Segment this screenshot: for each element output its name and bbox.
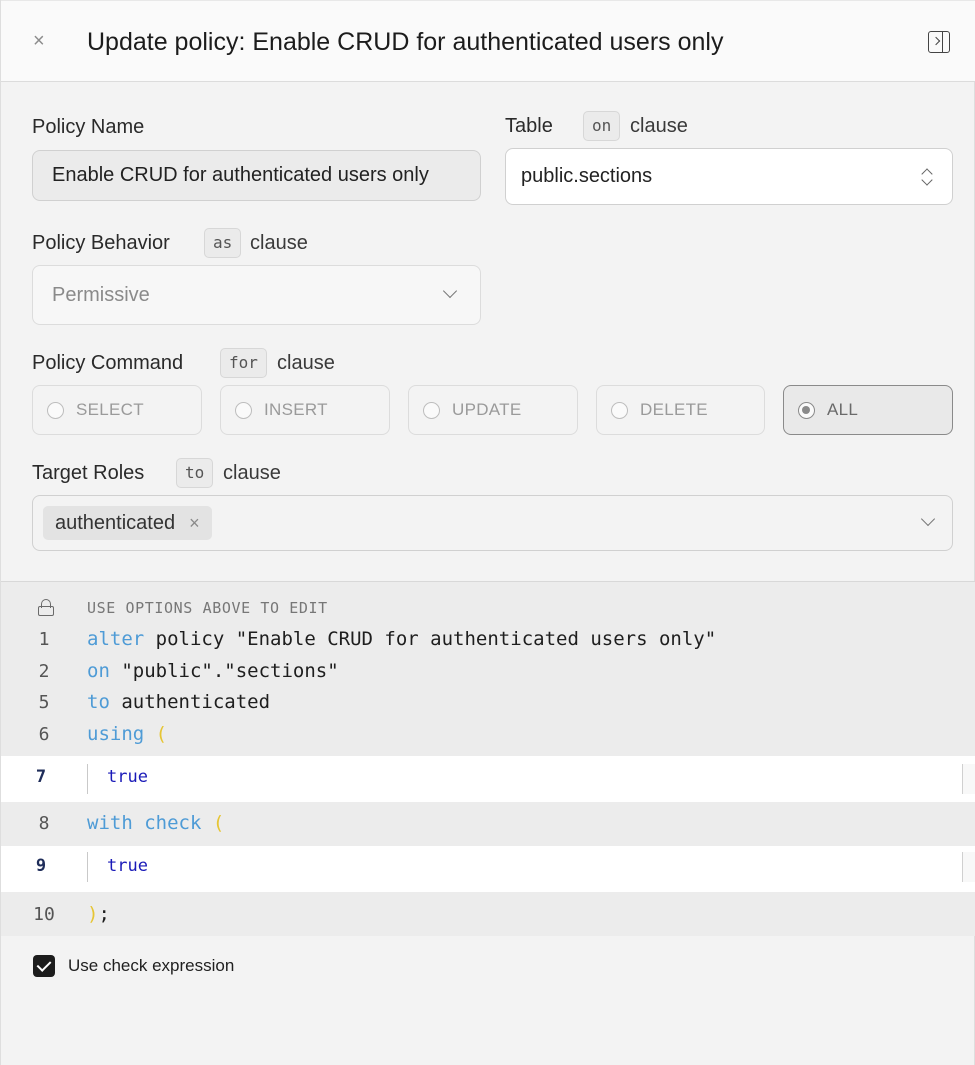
use-check-expression-label: Use check expression	[68, 956, 235, 975]
radio-icon	[235, 401, 252, 419]
policy-command-label: Policy Command	[32, 352, 184, 374]
line-number: 9	[35, 856, 47, 876]
policy-editor-panel: × Update policy: Enable CRUD for authent…	[0, 0, 975, 1065]
scrollbar[interactable]	[962, 764, 975, 794]
policy-behavior-value: Permissive	[52, 283, 150, 306]
command-option-label: SELECT	[76, 400, 144, 419]
table-select[interactable]: public.sections	[505, 148, 953, 205]
code-keyword: on	[87, 660, 110, 682]
indent-guide	[87, 764, 88, 794]
command-option-delete[interactable]: DELETE	[596, 385, 765, 435]
roles-clause-label: clause	[223, 462, 281, 484]
code-paren: (	[155, 723, 168, 745]
scrollbar[interactable]	[962, 852, 975, 882]
code-line: );	[87, 903, 110, 925]
using-expression-value: true	[107, 767, 148, 787]
policy-behavior-label: Policy Behavior	[32, 232, 170, 254]
chevron-up-down-icon	[922, 167, 932, 187]
code-text: policy "Enable CRUD for authenticated us…	[144, 628, 717, 650]
code-line: on "public"."sections"	[87, 660, 339, 682]
command-option-label: UPDATE	[452, 400, 522, 419]
radio-icon	[611, 401, 628, 419]
line-number: 2	[38, 661, 50, 682]
line-number: 1	[38, 629, 50, 650]
editor-hint: USE OPTIONS ABOVE TO EDIT	[87, 599, 328, 617]
policy-name-value: Enable CRUD for authenticated users only	[52, 164, 429, 186]
page-title: Update policy: Enable CRUD for authentic…	[87, 28, 724, 56]
code-text: "public"."sections"	[109, 660, 339, 682]
target-roles-select[interactable]: authenticated ×	[32, 495, 953, 551]
sql-editor[interactable]: USE OPTIONS ABOVE TO EDIT 1 alter policy…	[1, 581, 975, 936]
code-text: authenticated	[109, 691, 271, 713]
check-expression-value: true	[107, 856, 148, 876]
sidebar-toggle-icon[interactable]	[928, 31, 950, 53]
policy-behavior-select[interactable]: Permissive	[32, 265, 481, 325]
code-close: );	[87, 903, 110, 925]
table-clause-label: clause	[630, 115, 688, 137]
code-keyword: with check	[87, 812, 202, 834]
command-option-insert[interactable]: INSERT	[220, 385, 390, 435]
to-clause-chip: to	[176, 458, 214, 488]
using-expression-editor[interactable]: 7 true	[1, 756, 975, 802]
command-option-all[interactable]: ALL	[783, 385, 953, 435]
for-clause-chip: for	[220, 348, 267, 378]
code-line: using (	[87, 723, 167, 745]
command-option-update[interactable]: UPDATE	[408, 385, 578, 435]
radio-icon	[423, 401, 440, 419]
command-option-label: INSERT	[264, 400, 328, 419]
remove-role-icon[interactable]: ×	[189, 513, 200, 534]
policy-name-label: Policy Name	[32, 116, 145, 138]
panel-header: × Update policy: Enable CRUD for authent…	[1, 0, 975, 82]
role-tag: authenticated ×	[43, 506, 212, 540]
chevron-down-icon	[442, 283, 458, 299]
command-option-label: ALL	[827, 400, 859, 419]
code-line: alter policy "Enable CRUD for authentica…	[87, 628, 716, 650]
target-roles-label: Target Roles	[32, 462, 145, 484]
table-select-value: public.sections	[521, 165, 653, 187]
code-keyword: using	[87, 723, 145, 745]
command-option-select[interactable]: SELECT	[32, 385, 202, 435]
command-option-label: DELETE	[640, 400, 708, 419]
radio-selected-icon	[798, 401, 815, 419]
close-icon[interactable]: ×	[33, 31, 49, 51]
as-clause-chip: as	[204, 228, 242, 258]
code-line: to authenticated	[87, 691, 270, 713]
code-line: with check (	[87, 812, 224, 834]
table-label: Table	[505, 115, 553, 137]
on-clause-chip: on	[583, 111, 621, 141]
code-paren: (	[212, 812, 225, 834]
policy-name-input[interactable]: Enable CRUD for authenticated users only	[32, 150, 481, 201]
use-check-expression-checkbox[interactable]	[33, 955, 55, 977]
indent-guide	[87, 852, 88, 882]
radio-icon	[47, 401, 64, 419]
chevron-down-icon	[920, 511, 936, 527]
line-number: 5	[38, 692, 50, 713]
lock-icon	[38, 599, 54, 616]
line-number: 7	[35, 767, 47, 787]
code-keyword: to	[87, 691, 110, 713]
role-tag-label: authenticated	[55, 511, 176, 534]
line-number: 6	[38, 724, 50, 745]
command-clause-label: clause	[277, 352, 335, 374]
behavior-clause-label: clause	[250, 232, 308, 254]
line-number: 8	[38, 813, 50, 834]
check-expression-editor[interactable]: 9 true	[1, 846, 975, 892]
line-number: 10	[33, 904, 55, 925]
use-check-expression-row[interactable]: Use check expression	[33, 955, 234, 977]
code-keyword: alter	[87, 628, 145, 650]
